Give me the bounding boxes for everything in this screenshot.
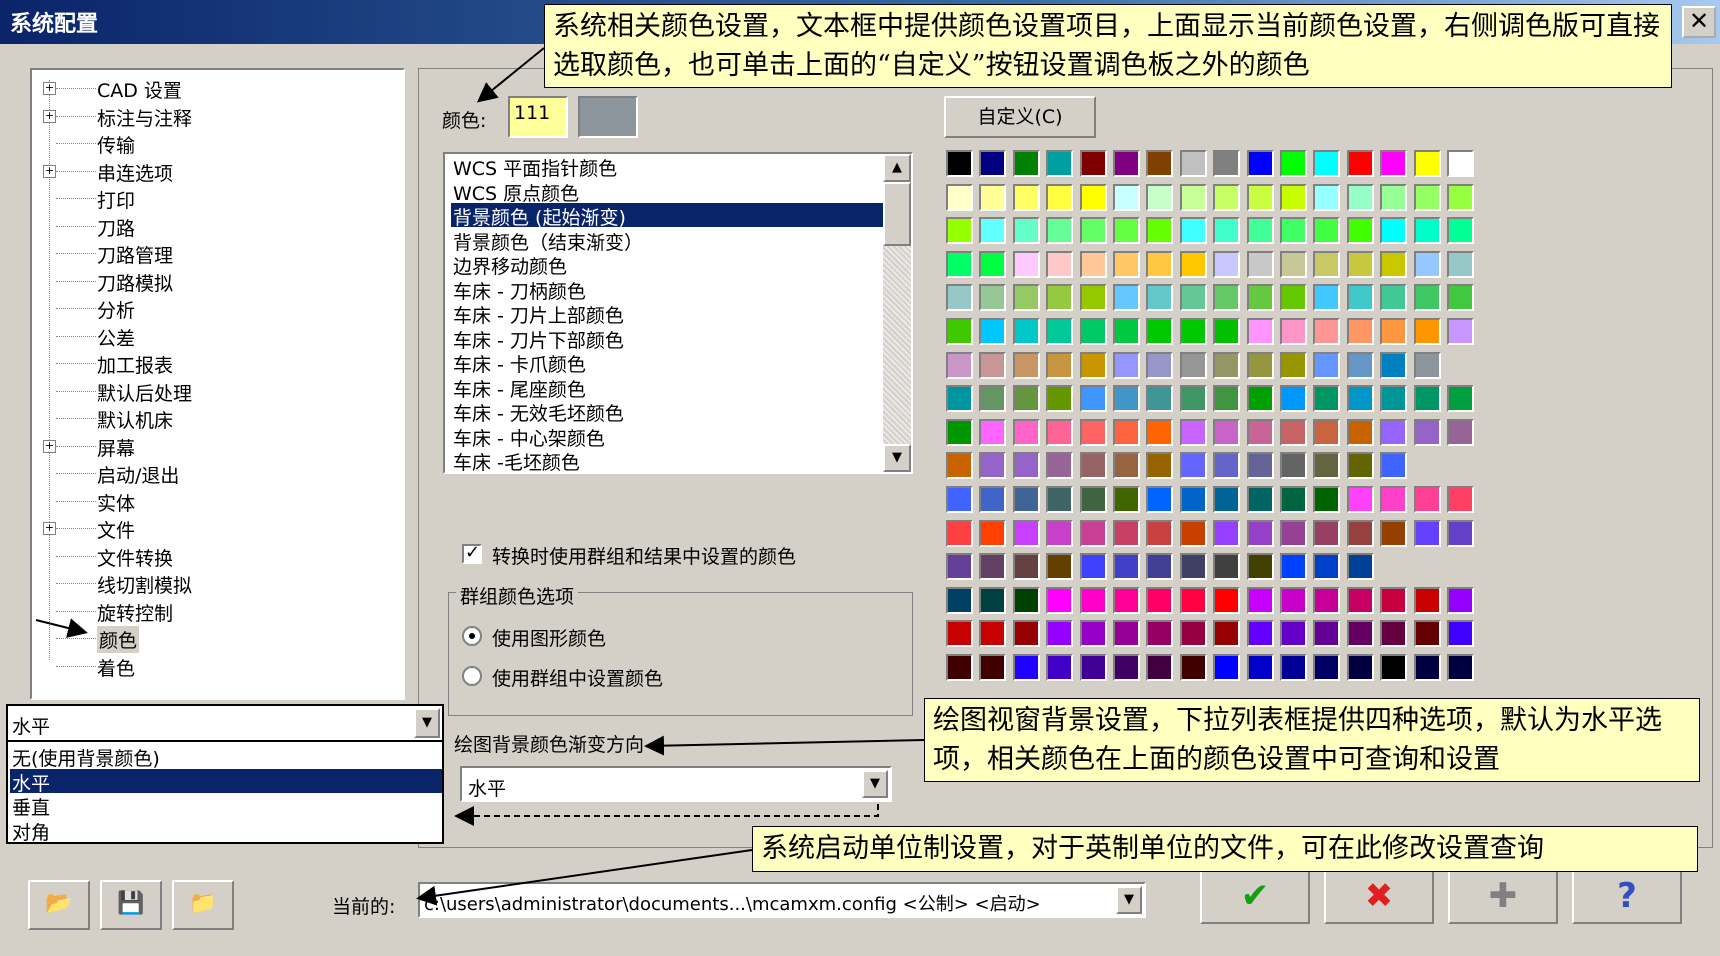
arrow-to-color-field: [476, 47, 545, 103]
arrow-to-config-path: [416, 849, 753, 906]
arrow-to-popup-list: [454, 804, 879, 826]
arrow-to-gradient-label: [644, 735, 925, 756]
arrow-to-color-tree-item: [35, 618, 88, 638]
annotation-arrows: [35, 47, 925, 906]
